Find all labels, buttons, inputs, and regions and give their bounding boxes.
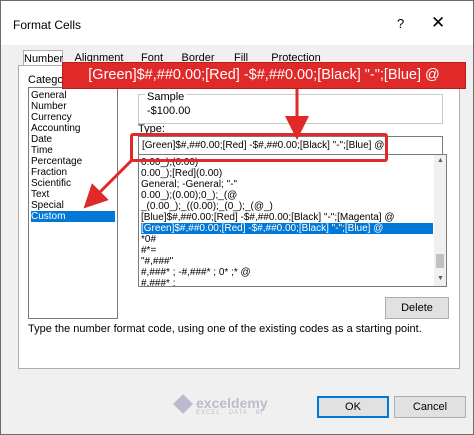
category-item-time[interactable]: Time	[31, 145, 115, 156]
dialog-title: Format Cells	[13, 18, 82, 32]
type-field-highlight	[130, 133, 388, 162]
category-item-date[interactable]: Date	[31, 134, 115, 145]
scroll-thumb[interactable]	[436, 254, 444, 268]
category-item-text[interactable]: Text	[31, 189, 115, 200]
watermark-name: exceldemy	[196, 395, 268, 411]
category-item-percentage[interactable]: Percentage	[31, 156, 115, 167]
list-item-selected[interactable]: [Green]$#,##0.00;[Red] -$#,##0.00;[Black…	[141, 223, 433, 234]
hint-text: Type the number format code, using one o…	[28, 323, 422, 335]
list-item[interactable]: *0#	[141, 234, 433, 245]
watermark-tagline: EXCEL · DATA · BI	[196, 410, 264, 416]
sample-value: -$100.00	[147, 105, 191, 117]
list-item[interactable]: #*=	[141, 245, 433, 256]
list-item[interactable]: #,###* ; -#,###* ; 0* ;* @	[141, 267, 433, 278]
ok-button[interactable]: OK	[317, 396, 389, 418]
format-code-list[interactable]: 0.00_);(0.00) 0.00_);[Red](0.00) General…	[138, 154, 447, 287]
scroll-down-icon[interactable]: ▼	[437, 275, 444, 282]
category-item-number[interactable]: Number	[31, 101, 115, 112]
sample-label: Sample	[145, 91, 187, 103]
category-item-currency[interactable]: Currency	[31, 112, 115, 123]
category-item-custom[interactable]: Custom	[31, 211, 115, 222]
exceldemy-watermark: exceldemy EXCEL · DATA · BI	[173, 394, 302, 416]
list-item[interactable]: _(0.00_);_((0.00);_(0_);_(@_)	[141, 201, 433, 212]
category-item-scientific[interactable]: Scientific	[31, 178, 115, 189]
category-item-general[interactable]: General	[31, 90, 115, 101]
help-button[interactable]: ?	[397, 16, 404, 31]
scroll-up-icon[interactable]: ▲	[437, 157, 444, 164]
cancel-button[interactable]: Cancel	[394, 396, 466, 418]
title-bar: Format Cells ? ✕	[1, 1, 473, 45]
sample-group: Sample -$100.00	[138, 91, 443, 124]
category-item-fraction[interactable]: Fraction	[31, 167, 115, 178]
exceldemy-logo-icon	[173, 394, 193, 414]
delete-button[interactable]: Delete	[385, 297, 449, 319]
list-item[interactable]: 0.00_);(0.00);0_);_(@	[141, 190, 433, 201]
format-code-callout: [Green]$#,##0.00;[Red] -$#,##0.00;[Black…	[62, 62, 466, 89]
list-item[interactable]: General; -General; "-"	[141, 179, 433, 190]
list-item[interactable]: [Blue]$#,##0.00;[Red] -$#,##0.00;[Black]…	[141, 212, 433, 223]
category-item-special[interactable]: Special	[31, 200, 115, 211]
close-button[interactable]: ✕	[431, 13, 445, 33]
list-item[interactable]: 0.00_);[Red](0.00)	[141, 168, 433, 179]
list-item[interactable]: "#,###"	[141, 256, 433, 267]
list-item[interactable]: #,###* ;	[141, 278, 433, 286]
category-list[interactable]: General Number Currency Accounting Date …	[28, 87, 118, 319]
category-item-accounting[interactable]: Accounting	[31, 123, 115, 134]
format-list-scrollbar[interactable]: ▲ ▼	[434, 155, 446, 286]
